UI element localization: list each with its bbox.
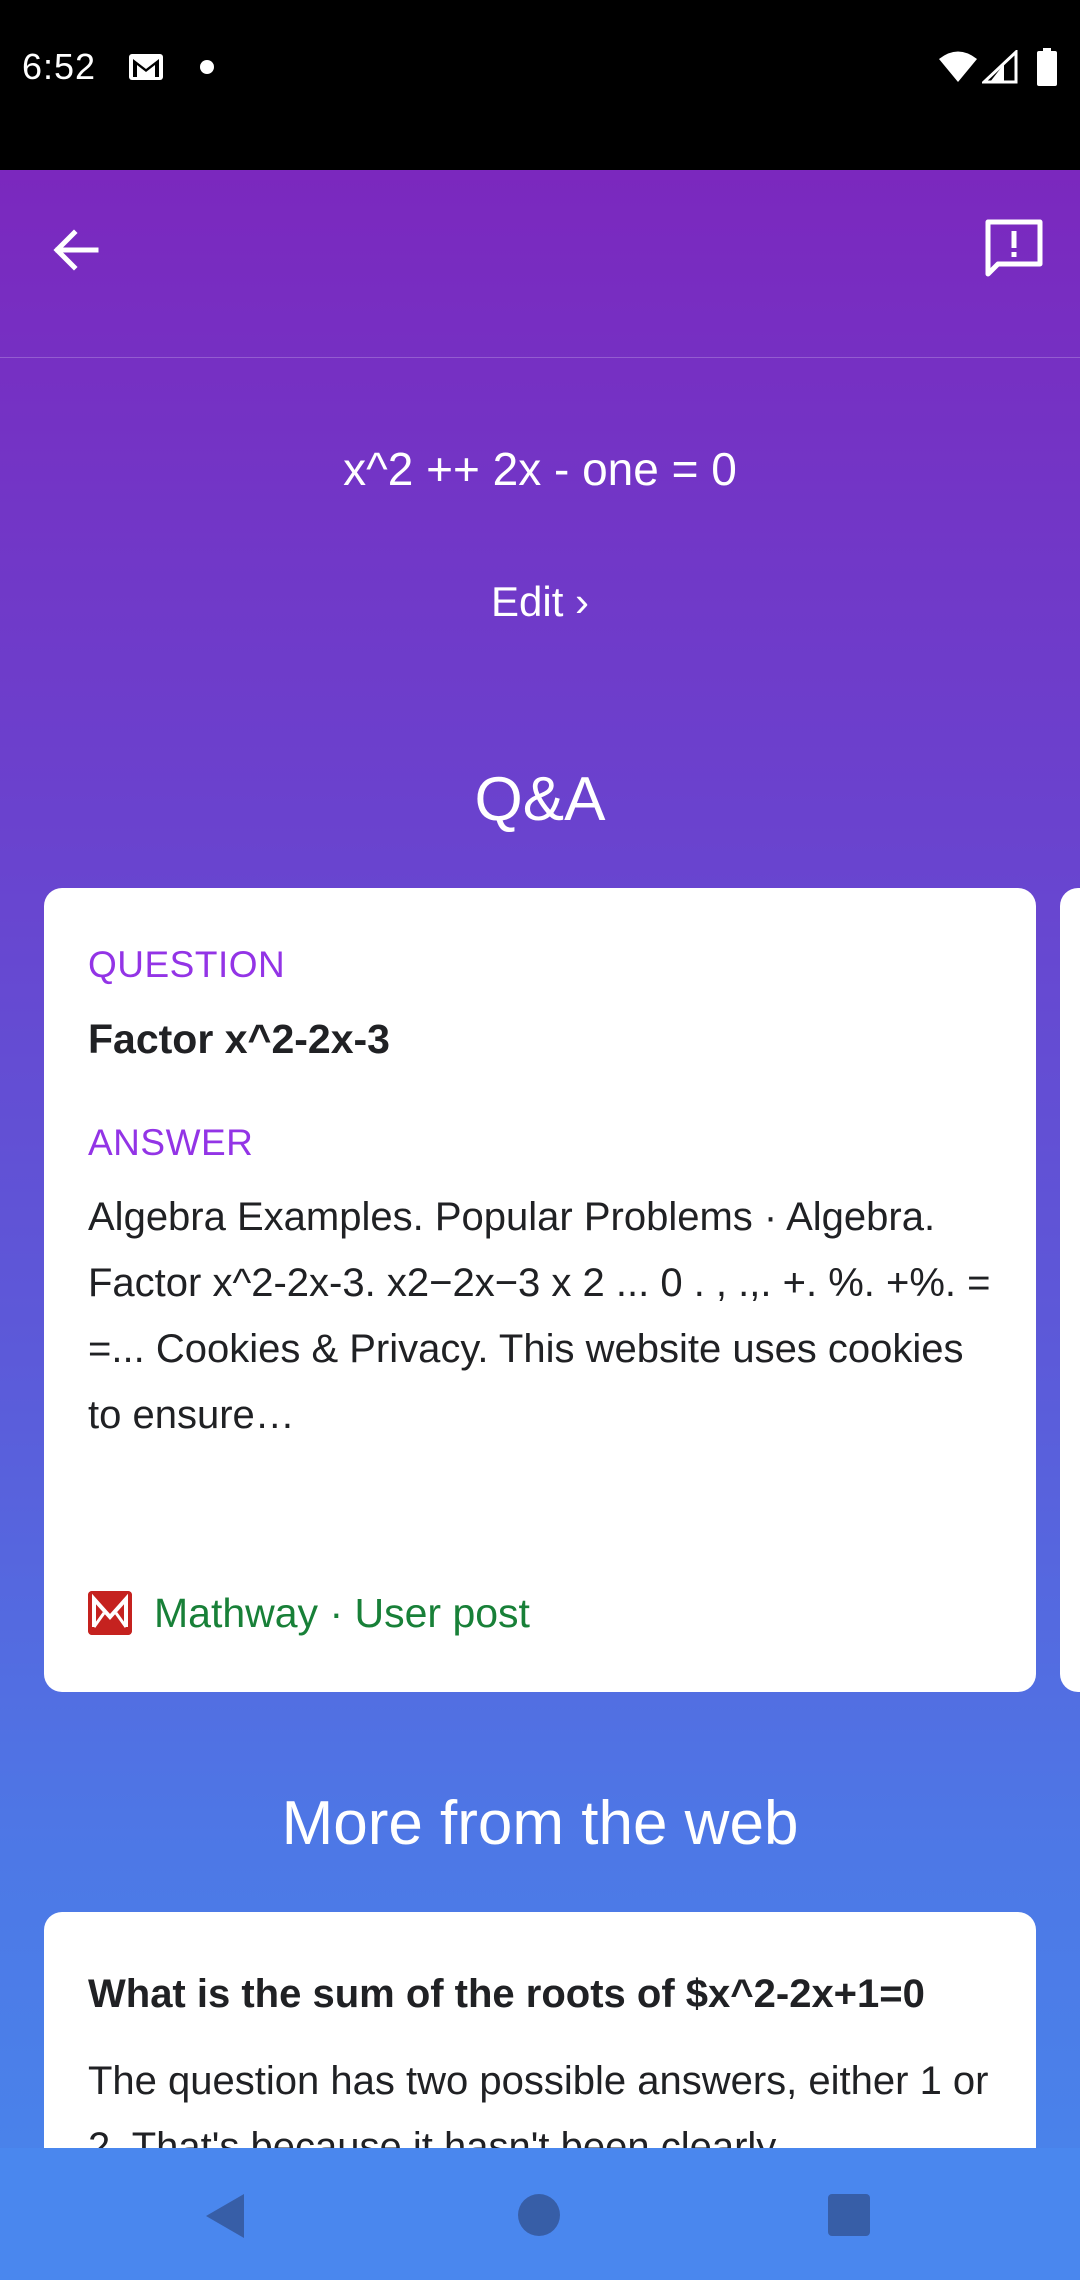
dot-icon bbox=[200, 60, 214, 74]
app-content: x^2 ++ 2x - one = 0 Edit › Q&A QUESTION … bbox=[0, 170, 1080, 2148]
arrow-back-icon bbox=[53, 229, 99, 271]
question-label: QUESTION bbox=[88, 944, 286, 985]
answer-label: ANSWER bbox=[88, 1122, 254, 1163]
status-bar: 6:52 bbox=[0, 0, 1080, 170]
status-time: 6:52 bbox=[22, 46, 97, 87]
qa-heading: Q&A bbox=[474, 765, 606, 834]
question-text: Factor x^2-2x-3 bbox=[88, 1016, 390, 1062]
source-row[interactable]: Mathway · User post bbox=[88, 1588, 530, 1638]
feedback-icon bbox=[985, 219, 1043, 277]
gmail-icon bbox=[129, 54, 163, 80]
query-text: x^2 ++ 2x - one = 0 bbox=[343, 443, 737, 495]
qa-card[interactable]: QUESTION Factor x^2-2x-3 ANSWER Algebra … bbox=[44, 888, 1036, 1692]
edit-link[interactable]: Edit › bbox=[0, 578, 1080, 626]
answer-text: Algebra Examples. Popular Problems · Alg… bbox=[88, 1195, 991, 1437]
feedback-button[interactable] bbox=[982, 218, 1046, 282]
battery-icon bbox=[1037, 48, 1057, 86]
nav-home-icon[interactable] bbox=[518, 2194, 560, 2236]
wifi-icon bbox=[939, 51, 977, 82]
next-qa-card[interactable] bbox=[1060, 888, 1080, 1692]
signal-icon bbox=[982, 50, 1018, 84]
source-text: Mathway · User post bbox=[154, 1589, 530, 1636]
mathway-logo-icon bbox=[88, 1591, 132, 1635]
web-result-snippet: The question has two possible answers, e… bbox=[88, 2059, 989, 2148]
back-button[interactable] bbox=[44, 218, 108, 282]
nav-recents-icon[interactable] bbox=[828, 2194, 870, 2236]
toolbar bbox=[0, 170, 1080, 358]
more-from-web-heading: More from the web bbox=[281, 1789, 799, 1858]
nav-bar bbox=[0, 2148, 1080, 2280]
web-result-title: What is the sum of the roots of $x^2-2x+… bbox=[88, 1972, 925, 2016]
nav-back-icon[interactable] bbox=[204, 2192, 248, 2240]
web-result-card[interactable]: What is the sum of the roots of $x^2-2x+… bbox=[44, 1912, 1036, 2148]
